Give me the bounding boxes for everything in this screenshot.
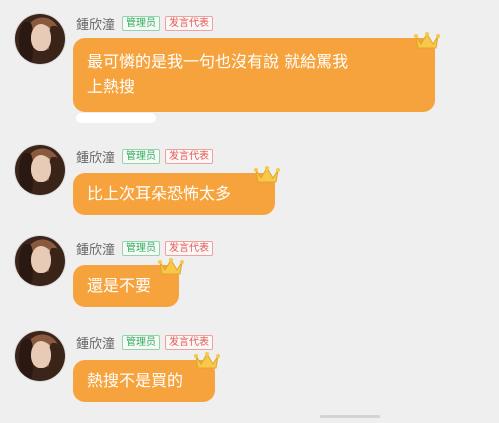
admin-badge: 管理员 — [122, 15, 161, 31]
sender-name[interactable]: 鍾欣潼 — [76, 239, 115, 258]
crown-icon — [158, 258, 184, 275]
message-text: 比上次耳朵恐怖太多 — [87, 184, 232, 203]
sender-row: 鍾欣潼 管理员 发言代表 — [76, 333, 214, 352]
crown-icon — [254, 166, 280, 183]
avatar-face — [31, 24, 51, 51]
avatar-face — [31, 341, 51, 368]
scroll-indicator — [76, 113, 156, 123]
avatar[interactable] — [15, 14, 65, 64]
admin-badge: 管理员 — [122, 334, 161, 350]
sender-row: 鍾欣潼 管理员 发言代表 — [76, 14, 214, 33]
message-bubble[interactable]: 最可憐的是我一句也沒有說 就給罵我 上熱搜 — [73, 38, 435, 112]
avatar[interactable] — [15, 236, 65, 286]
crown-icon — [414, 32, 440, 49]
chat-window: 鍾欣潼 管理员 发言代表 最可憐的是我一句也沒有說 就給罵我 上熱搜 鍾欣潼 管… — [0, 0, 499, 423]
speaker-badge: 发言代表 — [165, 148, 214, 164]
admin-badge: 管理员 — [122, 148, 161, 164]
message-text-line-1: 最可憐的是我一句也沒有說 就給罵我 — [87, 52, 349, 71]
avatar-hair-right — [49, 343, 61, 381]
speaker-badge: 发言代表 — [165, 240, 214, 256]
avatar-face — [31, 246, 51, 273]
sender-row: 鍾欣潼 管理员 发言代表 — [76, 239, 214, 258]
sender-name[interactable]: 鍾欣潼 — [76, 14, 115, 33]
speaker-badge: 发言代表 — [165, 334, 214, 350]
avatar[interactable] — [15, 331, 65, 381]
message-text: 還是不要 — [87, 276, 152, 295]
message-text: 熱搜不是買的 — [87, 371, 184, 390]
sender-name[interactable]: 鍾欣潼 — [76, 147, 115, 166]
avatar-hair-right — [49, 26, 61, 64]
message-bubble[interactable]: 比上次耳朵恐怖太多 — [73, 173, 275, 215]
avatar-hair-right — [49, 248, 61, 286]
message-text-line-2: 上熱搜 — [87, 77, 136, 96]
admin-badge: 管理员 — [122, 240, 161, 256]
avatar-face — [31, 155, 51, 182]
speaker-badge: 发言代表 — [165, 15, 214, 31]
sender-row: 鍾欣潼 管理员 发言代表 — [76, 147, 214, 166]
avatar-hair-right — [49, 157, 61, 195]
crown-icon — [194, 352, 220, 369]
avatar[interactable] — [15, 145, 65, 195]
bottom-indicator — [320, 415, 380, 418]
sender-name[interactable]: 鍾欣潼 — [76, 333, 115, 352]
